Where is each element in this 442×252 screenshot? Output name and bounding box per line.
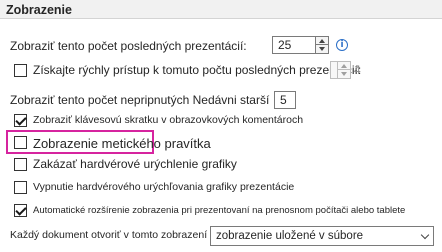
recent-presentations-spinner[interactable] <box>315 36 329 54</box>
show-shortcut-keys-checkbox[interactable] <box>14 114 27 127</box>
auto-extend-display-checkbox[interactable] <box>14 204 27 217</box>
spin-down-button[interactable] <box>337 70 351 79</box>
spin-down-button[interactable] <box>315 45 329 54</box>
info-icon[interactable]: i <box>336 39 348 51</box>
disable-hw-acceleration-label: Zakázať hardvérové urýchlenie grafiky <box>33 157 237 171</box>
spin-up-button[interactable] <box>315 36 329 45</box>
recent-presentations-input[interactable]: 25 <box>272 36 316 54</box>
quick-access-checkbox[interactable] <box>14 64 27 77</box>
disable-slideshow-hw-acceleration-label: Vypnutie hardvérového urýchľovania grafi… <box>33 181 295 193</box>
arrow-down-icon <box>319 47 325 51</box>
arrow-up-icon <box>319 38 325 43</box>
metric-ruler-label: Zobrazenie metického pravítka <box>33 136 211 151</box>
recent-presentations-label: Zobraziť tento počet posledných prezentá… <box>10 39 247 53</box>
default-view-selected: zobrazenie uložené v súbore <box>216 230 364 242</box>
section-title: Zobrazenie <box>0 0 442 19</box>
auto-extend-display-label: Automatické rozšírenie zobrazenia pri pr… <box>33 205 406 216</box>
chevron-down-icon[interactable] <box>417 227 433 245</box>
disable-hw-acceleration-checkbox[interactable] <box>14 158 27 171</box>
unpinned-recent-input[interactable]: 5 <box>274 91 296 109</box>
show-shortcut-keys-label: Zobraziť klávesovú skratku v obrazovkový… <box>33 114 304 126</box>
unpinned-recent-label: Zobraziť tento počet nepripnutých Nedávn… <box>10 93 270 107</box>
default-view-label: Každý dokument otvoriť v tomto zobrazení <box>10 229 208 241</box>
quick-access-value: 4 <box>354 63 361 77</box>
spin-up-button[interactable] <box>337 61 351 70</box>
arrow-down-icon <box>341 72 347 76</box>
quick-access-spinner[interactable] <box>337 61 351 79</box>
disable-slideshow-hw-acceleration-checkbox[interactable] <box>14 181 27 194</box>
arrow-up-icon <box>341 63 347 68</box>
default-view-dropdown[interactable]: zobrazenie uložené v súbore <box>210 226 434 246</box>
quick-access-label: Získajte rýchly prístup k tomuto počtu p… <box>33 63 362 77</box>
metric-ruler-checkbox[interactable] <box>14 136 27 149</box>
